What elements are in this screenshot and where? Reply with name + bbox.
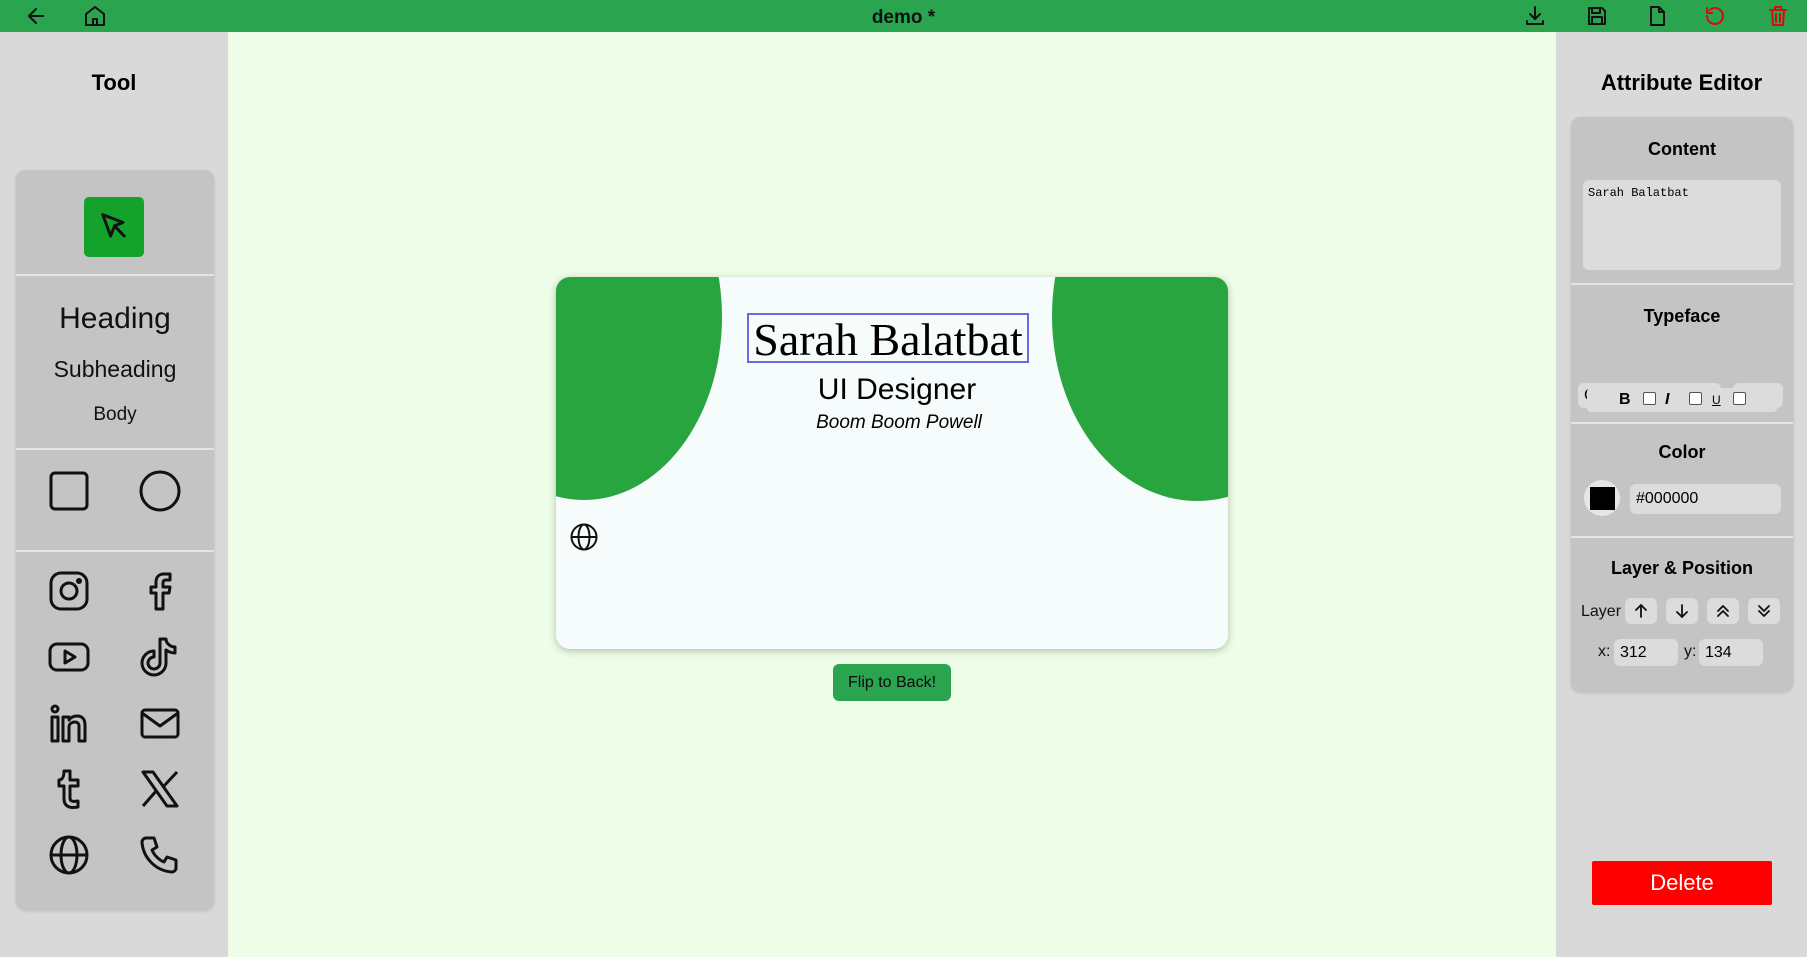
text-style-row: B I U [1587,388,1777,412]
top-bar: demo * [0,0,1807,32]
layer-label: Layer [1581,603,1622,620]
save-icon[interactable] [1585,4,1609,28]
double-chevron-up-icon [1717,605,1729,617]
y-position-input[interactable]: 134 [1699,639,1763,666]
undo-icon[interactable] [1703,4,1727,28]
underline-label: U [1712,393,1721,407]
card-role-text[interactable]: UI Designer [556,373,1228,407]
body-tool[interactable]: Body [16,404,214,426]
download-icon[interactable] [1523,4,1547,28]
x-label: x: [1598,643,1611,660]
new-file-icon[interactable] [1645,4,1669,28]
double-chevron-down-icon [1758,605,1770,617]
italic-checkbox[interactable] [1689,392,1702,405]
bold-checkbox[interactable] [1643,392,1656,405]
underline-checkbox[interactable] [1733,392,1746,405]
x-icon[interactable] [136,765,184,813]
content-section-title: Content [1648,139,1716,159]
trash-icon[interactable] [1766,4,1790,28]
card-globe-icon[interactable] [569,522,599,552]
subheading-tool[interactable]: Subheading [16,356,214,383]
italic-label: I [1665,391,1670,408]
tool-panel-title: Tool [91,70,137,95]
divider [16,274,214,276]
delete-button[interactable]: Delete [1592,861,1772,905]
card-name-text[interactable]: Sarah Balatbat [747,313,1029,365]
heading-tool[interactable]: Heading [16,302,214,336]
divider [16,448,214,450]
phone-icon[interactable] [136,831,184,879]
color-section-title: Color [1658,442,1706,462]
canvas: Sarah Balatbat UI Designer Boom Boom Pow… [228,32,1556,957]
select-tool-button[interactable] [84,197,144,257]
globe-icon[interactable] [45,831,93,879]
attribute-editor-box: Content Sarah Balatbat Typeface Garamond… [1571,117,1793,692]
x-position-input[interactable]: 312 [1614,639,1678,666]
home-icon[interactable] [83,4,107,28]
bring-to-front-button[interactable] [1707,598,1739,624]
content-textarea[interactable]: Sarah Balatbat [1583,180,1781,270]
color-swatch[interactable] [1584,480,1620,516]
linkedin-icon[interactable] [45,699,93,747]
divider [1571,283,1793,285]
typeface-section-title: Typeface [1643,306,1721,326]
color-swatch-fill [1590,487,1615,510]
arrow-down-icon [1676,604,1688,618]
arrow-up-icon [1635,604,1647,618]
tool-panel: Tool Heading Subheading Body [0,32,228,957]
cursor-arrow-icon [101,213,126,238]
tumblr-icon[interactable] [45,765,93,813]
bold-label: B [1619,391,1631,408]
facebook-icon[interactable] [136,567,184,615]
arrow-left-icon[interactable] [24,4,48,28]
attribute-editor-title: Attribute Editor [1600,70,1763,95]
square-icon[interactable] [45,467,93,515]
business-card-front[interactable]: Sarah Balatbat UI Designer Boom Boom Pow… [556,277,1228,649]
layer-down-button[interactable] [1666,598,1698,624]
y-label: y: [1684,643,1697,660]
instagram-icon[interactable] [45,567,93,615]
divider [16,550,214,552]
tiktok-icon[interactable] [136,633,184,681]
circle-icon[interactable] [136,467,184,515]
flip-to-back-button[interactable]: Flip to Back! [833,664,951,701]
mail-icon[interactable] [136,699,184,747]
send-to-back-button[interactable] [1748,598,1780,624]
color-hex-input[interactable]: #000000 [1630,484,1781,514]
card-company-text[interactable]: Boom Boom Powell [556,412,1228,434]
layer-up-button[interactable] [1625,598,1657,624]
attribute-editor-panel: Attribute Editor Content Sarah Balatbat … [1556,32,1807,957]
divider [1571,422,1793,424]
layer-position-section-title: Layer & Position [1610,558,1754,578]
youtube-icon[interactable] [45,633,93,681]
divider [1571,536,1793,538]
toolbox: Heading Subheading Body [16,170,214,910]
